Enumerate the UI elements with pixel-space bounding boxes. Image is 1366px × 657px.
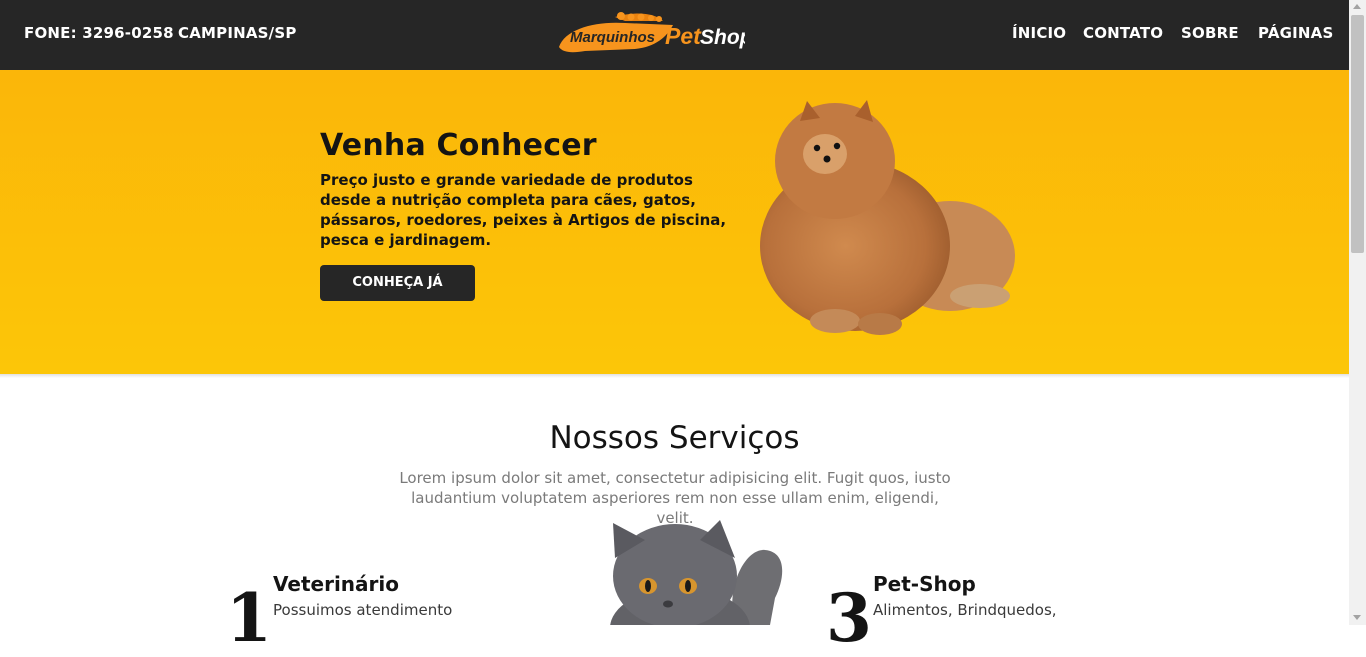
services-title: Nossos Serviços — [549, 420, 800, 456]
scrollbar-thumb[interactable] — [1351, 15, 1364, 253]
conheca-ja-button[interactable]: CONHEÇA JÁ — [320, 265, 475, 301]
scroll-down-arrow-icon[interactable] — [1353, 615, 1361, 620]
hero-title: Venha Conhecer — [320, 128, 597, 163]
marquinhos-petshop-logo[interactable]: Marquinhos Pet Shop — [555, 7, 745, 57]
hero-bottom-shadow — [0, 374, 1349, 378]
logo-text-pet: Pet — [665, 23, 702, 49]
hero-description: Preço justo e grande variedade de produt… — [320, 171, 727, 249]
top-navigation-bar: FONE: 3296-0258 CAMPINAS/SP Marquinhos P… — [0, 0, 1349, 70]
logo-text-marquinhos: Marquinhos — [570, 29, 655, 46]
scroll-up-arrow-icon[interactable] — [1353, 4, 1361, 9]
service-number: 3 — [826, 579, 872, 657]
vertical-scrollbar[interactable] — [1349, 0, 1366, 625]
service-text: Alimentos, Brindquedos, — [873, 601, 1057, 619]
menu-item-sobre[interactable]: SOBRE — [1181, 24, 1239, 42]
service-title: Pet-Shop — [873, 572, 976, 596]
hero-section: Venha Conhecer Preço justo e grande vari… — [0, 70, 1349, 374]
city-info: CAMPINAS/SP — [178, 24, 297, 42]
menu-item-inicio[interactable]: ÍNICIO — [1012, 24, 1066, 42]
service-number: 1 — [226, 579, 272, 657]
phone-info: FONE: 3296-0258 — [24, 24, 174, 42]
service-text: Possuimos atendimento — [273, 601, 453, 619]
menu-item-contato[interactable]: CONTATO — [1083, 24, 1163, 42]
logo-text-shop: Shop — [700, 26, 745, 49]
service-title: Veterinário — [273, 572, 399, 596]
pomeranian-dog-image — [760, 100, 1015, 335]
menu-item-paginas[interactable]: PÁGINAS — [1258, 24, 1334, 42]
gray-cat-image — [610, 520, 783, 625]
